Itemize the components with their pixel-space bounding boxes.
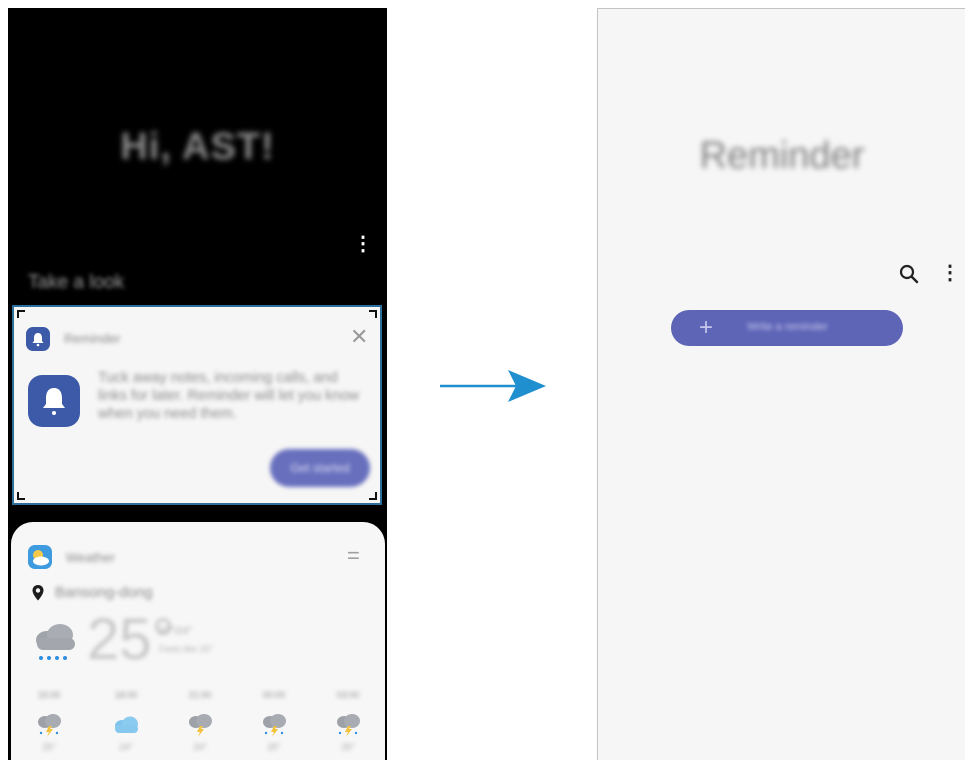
reminder-card[interactable]: Reminder ✕ Tuck away notes, incoming cal… bbox=[12, 305, 382, 505]
cloud-icon bbox=[115, 716, 138, 733]
hour-time: 03:00 bbox=[336, 690, 360, 700]
bell-icon bbox=[28, 375, 80, 427]
hourly-forecast-item: 21:00 24° bbox=[175, 690, 225, 752]
plus-icon: + bbox=[699, 314, 714, 341]
home-screen-panel: Hi, AST! ⋮ Take a look Reminder ✕ Tuck a… bbox=[8, 8, 387, 760]
reminder-app-name: Reminder bbox=[64, 331, 121, 346]
hour-temp: 24° bbox=[119, 742, 133, 752]
rain-cloud-icon bbox=[36, 624, 75, 660]
hour-time: 21:00 bbox=[188, 690, 212, 700]
hour-temp: 25° bbox=[341, 742, 355, 752]
hour-temp: 25° bbox=[267, 742, 281, 752]
more-options-icon[interactable]: ⋮ bbox=[940, 261, 960, 285]
rain-thunder-icon bbox=[38, 714, 61, 737]
thunder-cloud-icon bbox=[189, 714, 212, 737]
feels-like-temperature: Feels like 25° bbox=[159, 644, 214, 654]
hour-time: 15:00 bbox=[37, 690, 61, 700]
reminder-description: Tuck away notes, incoming calls, and lin… bbox=[98, 370, 360, 422]
hour-temp: 24° bbox=[193, 742, 207, 752]
more-options-icon[interactable]: ⋮ bbox=[353, 233, 373, 255]
hourly-forecast-item: 00:00 25° bbox=[249, 690, 299, 752]
location-pin-icon bbox=[32, 585, 44, 601]
location-name: Bansong-dong bbox=[55, 584, 153, 601]
weather-app-icon bbox=[28, 545, 52, 569]
weather-card[interactable]: Weather = Bansong-dong 25° 27°/24° Feels… bbox=[11, 522, 385, 760]
take-a-look-label: Take a look bbox=[28, 272, 125, 293]
hour-temp: 25° bbox=[42, 742, 56, 752]
close-icon[interactable]: ✕ bbox=[350, 325, 368, 349]
hourly-forecast-item: 18:00 24° bbox=[101, 690, 151, 752]
hourly-forecast-item: 15:00 25° bbox=[24, 690, 74, 752]
write-reminder-label: Write a reminder bbox=[747, 321, 829, 333]
write-reminder-button[interactable]: + Write a reminder bbox=[671, 310, 903, 346]
selection-corner bbox=[17, 310, 25, 318]
get-started-button[interactable]: Get started bbox=[270, 449, 370, 487]
selection-corner bbox=[369, 310, 377, 318]
right-arrow-icon bbox=[440, 370, 546, 402]
reminder-app-panel: Reminder ⋮ + Write a reminder bbox=[597, 8, 965, 760]
hour-time: 18:00 bbox=[114, 690, 138, 700]
greeting-text: Hi, AST! bbox=[120, 126, 275, 168]
selection-corner bbox=[17, 492, 25, 500]
search-icon[interactable] bbox=[898, 263, 920, 285]
hourly-forecast-item: 03:00 25° bbox=[323, 690, 373, 752]
selection-corner bbox=[369, 492, 377, 500]
reminder-app-icon bbox=[26, 327, 50, 351]
rain-thunder-icon bbox=[263, 714, 286, 737]
page-title: Reminder bbox=[699, 135, 865, 177]
current-temperature: 25° bbox=[87, 607, 175, 672]
temperature-range: 27°/24° bbox=[159, 626, 193, 637]
rain-thunder-icon bbox=[337, 714, 360, 737]
drag-handle-icon[interactable]: = bbox=[347, 544, 360, 568]
hour-time: 00:00 bbox=[262, 690, 286, 700]
weather-app-name: Weather bbox=[66, 550, 115, 565]
